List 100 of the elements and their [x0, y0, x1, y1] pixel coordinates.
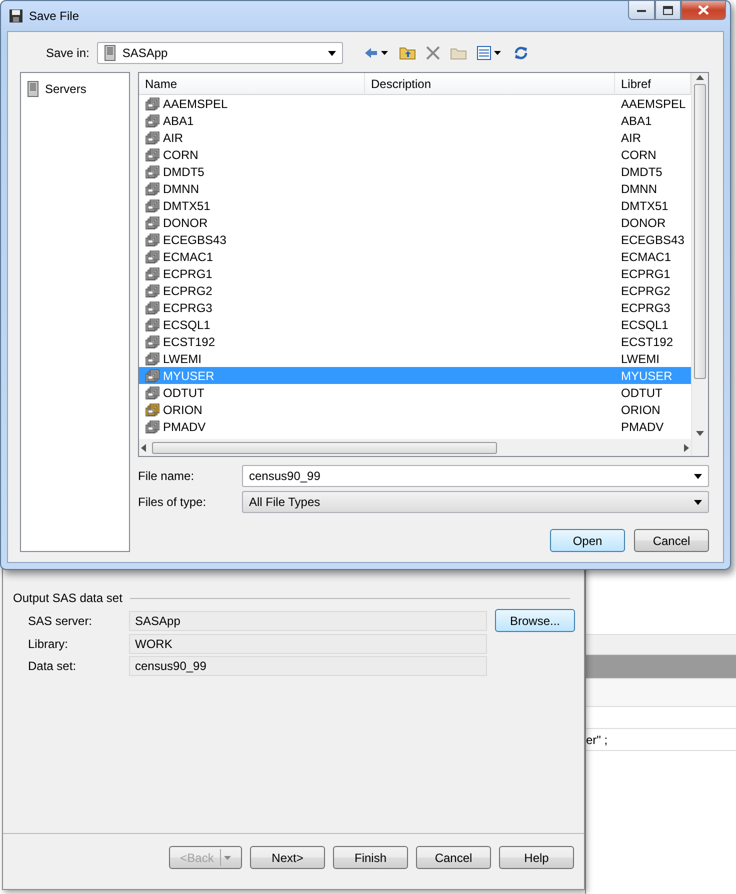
libref-cell-text: MYUSER	[621, 368, 674, 382]
column-header[interactable]: Name	[139, 73, 365, 95]
libref-cell-text: DMDT5	[621, 164, 664, 178]
file-type-dropdown[interactable]: All File Types	[242, 491, 709, 513]
list-row[interactable]: AAEMSPEL AAEMSPEL	[139, 95, 691, 112]
readonly-field: WORK	[129, 634, 487, 654]
field-label: SAS server:	[28, 614, 94, 628]
list-row[interactable]: ORION ORION	[139, 401, 691, 418]
name-cell: MYUSER	[163, 368, 214, 382]
scroll-right-arrow-icon[interactable]	[684, 444, 689, 452]
caret-icon	[224, 856, 231, 860]
list-row[interactable]: ECST192 ECST192	[139, 333, 691, 350]
maximize-button[interactable]	[655, 0, 681, 20]
caret-icon	[694, 500, 702, 504]
list-row[interactable]: DONOR DONOR	[139, 214, 691, 231]
file-type-label: Files of type:	[138, 495, 208, 509]
name-cell: ECPRG1	[163, 266, 212, 280]
list-row[interactable]: ECEGBS43 ECEGBS43	[139, 231, 691, 248]
list-row[interactable]: ECPRG2 ECPRG2	[139, 282, 691, 299]
view-menu-icon[interactable]	[477, 46, 504, 60]
scroll-up-arrow-icon[interactable]	[696, 75, 704, 80]
name-cell: CORN	[163, 148, 198, 162]
name-cell: ECPRG3	[163, 300, 212, 314]
name-cell: PMADV	[163, 420, 206, 434]
list-row[interactable]: LWEMI LWEMI	[139, 350, 691, 367]
list-row[interactable]: ECPRG1 ECPRG1	[139, 265, 691, 282]
name-cell: AIR	[163, 130, 184, 144]
file-name-field[interactable]: census90_99	[242, 465, 709, 487]
libref-cell-text: AIR	[621, 130, 642, 144]
libref-cell-text: ECPRG1	[621, 266, 672, 280]
maximize-icon	[663, 6, 673, 14]
list-row[interactable]: DMNN DMNN	[139, 180, 691, 197]
horizontal-scrollbar[interactable]	[139, 439, 691, 456]
list-row[interactable]: AIR AIR	[139, 129, 691, 146]
list-row[interactable]: CORN CORN	[139, 146, 691, 163]
libref-cell-text: PMADV	[621, 420, 665, 434]
file-name-label: File name:	[138, 469, 196, 483]
server-icon	[27, 81, 39, 97]
open-button[interactable]: Open	[550, 529, 625, 552]
libref-cell-text: ECPRG3	[621, 300, 672, 314]
name-cell: ODTUT	[163, 386, 204, 400]
wizard-button[interactable]: Cancel	[416, 846, 491, 869]
name-cell: ECST192	[163, 334, 216, 348]
code-text: er" ;	[586, 729, 736, 751]
libref-cell-text: ORION	[621, 402, 662, 416]
libref-cell-text: ODTUT	[621, 386, 664, 400]
section-title: Output SAS data set	[13, 591, 122, 605]
list-row[interactable]: ECMAC1 ECMAC1	[139, 248, 691, 265]
server-icon	[104, 45, 116, 61]
list-row[interactable]: ODTUT ODTUT	[139, 384, 691, 401]
libref-cell-text: ECST192	[621, 334, 674, 348]
list-row[interactable]: DMTX51 DMTX51	[139, 197, 691, 214]
field-label: Data set:	[28, 659, 78, 673]
save-in-label: Save in:	[46, 46, 90, 60]
back-arrow-icon[interactable]	[365, 47, 390, 59]
sidebar-item[interactable]: Servers	[24, 79, 126, 99]
libref-cell-text: CORN	[621, 148, 658, 162]
vertical-scrollbar[interactable]	[691, 73, 708, 456]
refresh-icon[interactable]	[513, 45, 530, 61]
wizard-button[interactable]: Finish	[333, 846, 408, 869]
name-cell: ABA1	[163, 114, 194, 128]
close-icon	[698, 5, 709, 15]
column-header[interactable]: Description	[365, 73, 615, 95]
libref-cell-text: DMNN	[621, 182, 658, 196]
delete-icon[interactable]	[426, 46, 440, 60]
close-button[interactable]	[681, 0, 726, 20]
wizard-button[interactable]: Next>	[250, 846, 325, 869]
list-row[interactable]: PMADV PMADV	[139, 418, 691, 435]
name-cell: ECSQL1	[163, 318, 210, 332]
name-cell: DMNN	[163, 182, 199, 196]
name-cell: DMDT5	[163, 164, 204, 178]
libref-cell-text: AAEMSPEL	[621, 96, 687, 110]
list-row[interactable]: ECPRG3 ECPRG3	[139, 299, 691, 316]
name-cell: AAEMSPEL	[163, 96, 228, 110]
up-folder-icon[interactable]	[399, 46, 416, 60]
name-cell: ECEGBS43	[163, 232, 226, 246]
wizard-button[interactable]: Help	[499, 846, 574, 869]
libref-cell-text: DONOR	[621, 216, 667, 230]
readonly-field: census90_99	[129, 656, 487, 676]
libref-cell-text: LWEMI	[621, 352, 660, 366]
scroll-left-arrow-icon[interactable]	[141, 444, 146, 452]
field-label: Library:	[28, 637, 70, 651]
list-row[interactable]: ECSQL1 ECSQL1	[139, 316, 691, 333]
cancel-button[interactable]: Cancel	[634, 529, 709, 552]
scroll-down-arrow-icon[interactable]	[696, 431, 704, 436]
name-cell: ECPRG2	[163, 284, 212, 298]
libref-cell-text: ECEGBS43	[621, 232, 686, 246]
caret-icon	[328, 50, 336, 56]
caret-icon	[694, 474, 702, 478]
libref-cell-text: ECMAC1	[621, 250, 672, 264]
libref-cell-text: DMTX51	[621, 198, 670, 212]
libref-cell-text: ABA1	[621, 114, 653, 128]
save-in-dropdown[interactable]: SASApp	[97, 42, 344, 64]
browse-button[interactable]: Browse...	[495, 609, 575, 632]
list-row[interactable]: ABA1 ABA1	[139, 112, 691, 129]
name-cell: DONOR	[163, 216, 208, 230]
minimize-button[interactable]	[628, 0, 655, 20]
libref-cell-text: ECPRG2	[621, 284, 672, 298]
libref-cell-text: ECSQL1	[621, 318, 670, 332]
list-row[interactable]: DMDT5 DMDT5	[139, 163, 691, 180]
